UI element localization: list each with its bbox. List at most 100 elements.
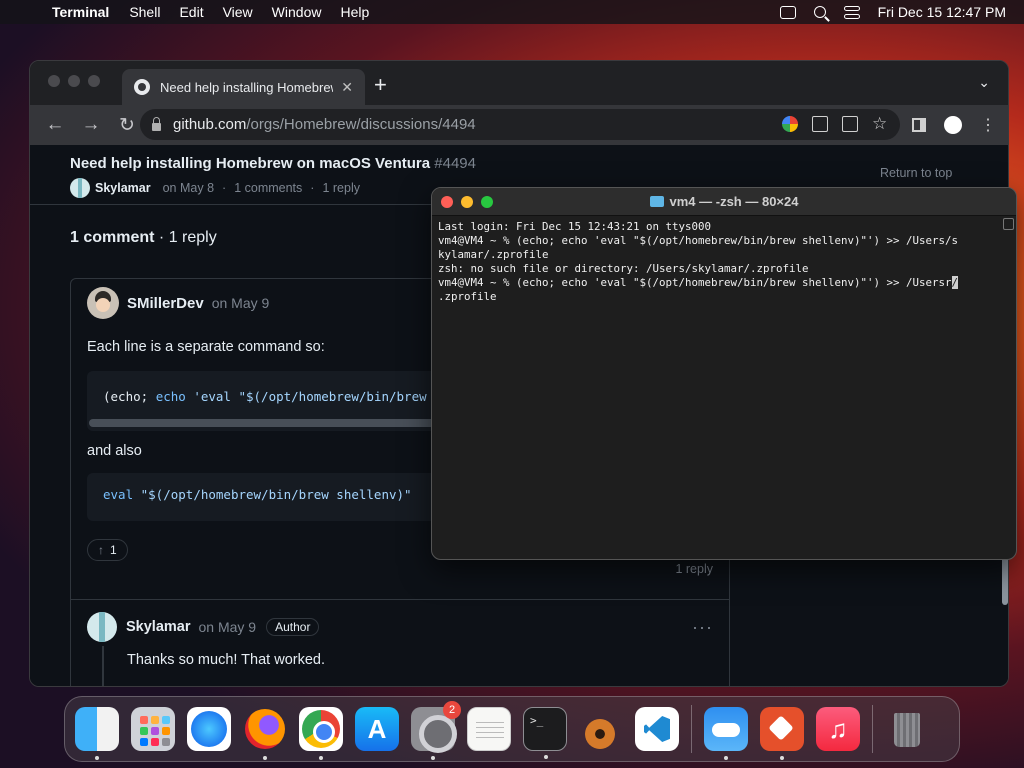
tab-search-icon[interactable]: ⌄ [978, 74, 990, 91]
weather-icon[interactable] [704, 707, 748, 760]
comment-author[interactable]: SMillerDev [127, 295, 204, 312]
dock-separator [691, 705, 692, 753]
running-indicator [544, 755, 548, 759]
terminal-scroll-icon[interactable] [1003, 218, 1014, 230]
discussion-number: #4494 [434, 155, 476, 172]
discussion-title: Need help installing Homebrew on macOS V… [70, 155, 1008, 172]
terminal-title-text: vm4 — -zsh — 80×24 [669, 194, 799, 209]
menu-view[interactable]: View [223, 4, 253, 20]
return-to-top-link[interactable]: Return to top [880, 166, 952, 180]
reply-header: Skylamar on May 9 Author ··· [87, 612, 713, 642]
finder-icon[interactable] [75, 707, 119, 760]
running-indicator [95, 756, 99, 760]
terminal-line: zsh: no such file or directory: /Users/s… [438, 262, 809, 275]
new-tab-button[interactable]: + [374, 72, 387, 98]
upvote-arrow-icon: ↑ [98, 543, 104, 557]
system-settings-icon[interactable]: 2 [411, 701, 461, 760]
back-icon[interactable]: ← [44, 114, 66, 136]
avatar[interactable] [70, 178, 90, 198]
running-indicator [263, 756, 267, 760]
replies-count: 1 reply [322, 181, 360, 195]
browser-menu-icon[interactable]: ⋮ [980, 115, 996, 135]
avatar[interactable] [87, 287, 119, 319]
reply-author[interactable]: Skylamar [126, 619, 191, 635]
menu-help[interactable]: Help [340, 4, 369, 20]
minimize-window-button[interactable] [68, 75, 80, 87]
textedit-icon[interactable] [467, 707, 511, 751]
upvote-button[interactable]: ↑ 1 [87, 539, 128, 561]
discussion-author[interactable]: Skylamar [95, 181, 151, 195]
more-options-icon[interactable]: ··· [692, 617, 713, 638]
menu-shell[interactable]: Shell [129, 4, 160, 20]
menu-window[interactable]: Window [272, 4, 322, 20]
dock: A 2 >_ ♫ [64, 696, 960, 762]
avatar[interactable] [87, 612, 117, 642]
google-lens-icon[interactable] [782, 116, 798, 132]
separator: · [310, 181, 315, 195]
firefox-icon[interactable] [243, 707, 287, 760]
terminal-line: vm4@VM4 ~ % (echo; echo 'eval "$(/opt/ho… [438, 234, 959, 247]
terminal-window: vm4 — -zsh — 80×24 Last login: Fri Dec 1… [431, 187, 1017, 560]
url-path: /orgs/Homebrew/discussions/4494 [246, 116, 476, 133]
code-keyword: echo [155, 389, 186, 404]
control-center-icon[interactable] [843, 5, 860, 19]
terminal-line: vm4@VM4 ~ % (echo; echo 'eval "$(/opt/ho… [438, 276, 1010, 290]
close-window-button[interactable] [48, 75, 60, 87]
tab-title: Need help installing Homebrew [160, 79, 334, 95]
zoom-window-button[interactable] [481, 196, 493, 208]
launchpad-icon[interactable] [131, 707, 175, 751]
close-tab-icon[interactable]: ✕ [341, 79, 353, 96]
comment-date[interactable]: on May 9 [212, 295, 270, 311]
reply-count-label: 1 reply [675, 562, 713, 576]
terminal-app-icon[interactable]: >_ [523, 707, 567, 759]
terminal-line-text: vm4@VM4 ~ % (echo; echo 'eval "$(/opt/ho… [438, 276, 952, 289]
terminal-prompt-glyph: >_ [530, 714, 544, 727]
tab-github-discussion[interactable]: Need help installing Homebrew ✕ [122, 69, 365, 105]
comment-count-bold: 1 comment [70, 229, 155, 246]
thread-line [102, 646, 104, 686]
reload-icon[interactable]: ↻ [116, 114, 138, 137]
lock-icon[interactable] [152, 116, 161, 131]
remote-desktop-icon[interactable] [760, 707, 804, 760]
comments-count: 1 comments [234, 181, 303, 195]
chrome-icon[interactable] [299, 707, 343, 760]
garageband-icon[interactable] [579, 707, 623, 751]
safari-icon[interactable] [187, 707, 231, 751]
profile-icon[interactable] [944, 116, 962, 134]
forward-icon[interactable]: → [80, 114, 102, 136]
vscode-icon[interactable] [635, 707, 679, 751]
trash-icon[interactable] [885, 707, 929, 751]
running-indicator [724, 756, 728, 760]
zoom-window-button[interactable] [88, 75, 100, 87]
spotlight-search-icon[interactable] [813, 6, 826, 18]
terminal-cursor: / [951, 276, 959, 289]
discussion-title-text[interactable]: Need help installing Homebrew on macOS V… [70, 155, 430, 172]
separator: · [222, 181, 227, 195]
bookmark-star-icon[interactable]: ☆ [872, 115, 888, 132]
address-bar[interactable]: github.com/orgs/Homebrew/discussions/449… [140, 109, 900, 140]
terminal-output[interactable]: Last login: Fri Dec 15 12:43:21 on ttys0… [432, 216, 1016, 308]
music-icon[interactable]: ♫ [816, 707, 860, 751]
browser-toolbar: ← → ↻ github.com/orgs/Homebrew/discussio… [30, 105, 1008, 145]
reply-date[interactable]: on May 9 [199, 619, 257, 635]
author-badge: Author [266, 618, 320, 636]
menu-clock[interactable]: Fri Dec 15 12:47 PM [878, 4, 1006, 20]
install-app-icon[interactable] [812, 116, 828, 132]
window-controls [441, 196, 493, 208]
menu-edit[interactable]: Edit [179, 4, 203, 20]
minimize-window-button[interactable] [461, 196, 473, 208]
reply-text: Thanks so much! That worked. [127, 652, 325, 668]
terminal-line: .zprofile [438, 290, 497, 303]
menu-app-name[interactable]: Terminal [52, 4, 109, 20]
github-icon [134, 79, 150, 95]
app-store-icon[interactable]: A [355, 707, 399, 751]
share-icon[interactable] [842, 116, 858, 132]
screen-mirroring-icon[interactable] [779, 5, 796, 19]
terminal-titlebar[interactable]: vm4 — -zsh — 80×24 [432, 188, 1016, 216]
terminal-title: vm4 — -zsh — 80×24 [649, 194, 799, 209]
terminal-line: Last login: Fri Dec 15 12:43:21 on ttys0… [438, 220, 712, 233]
window-controls [48, 75, 100, 87]
side-panel-icon[interactable] [912, 118, 926, 132]
menu-bar: Terminal Shell Edit View Window Help Fri… [0, 0, 1024, 24]
close-window-button[interactable] [441, 196, 453, 208]
